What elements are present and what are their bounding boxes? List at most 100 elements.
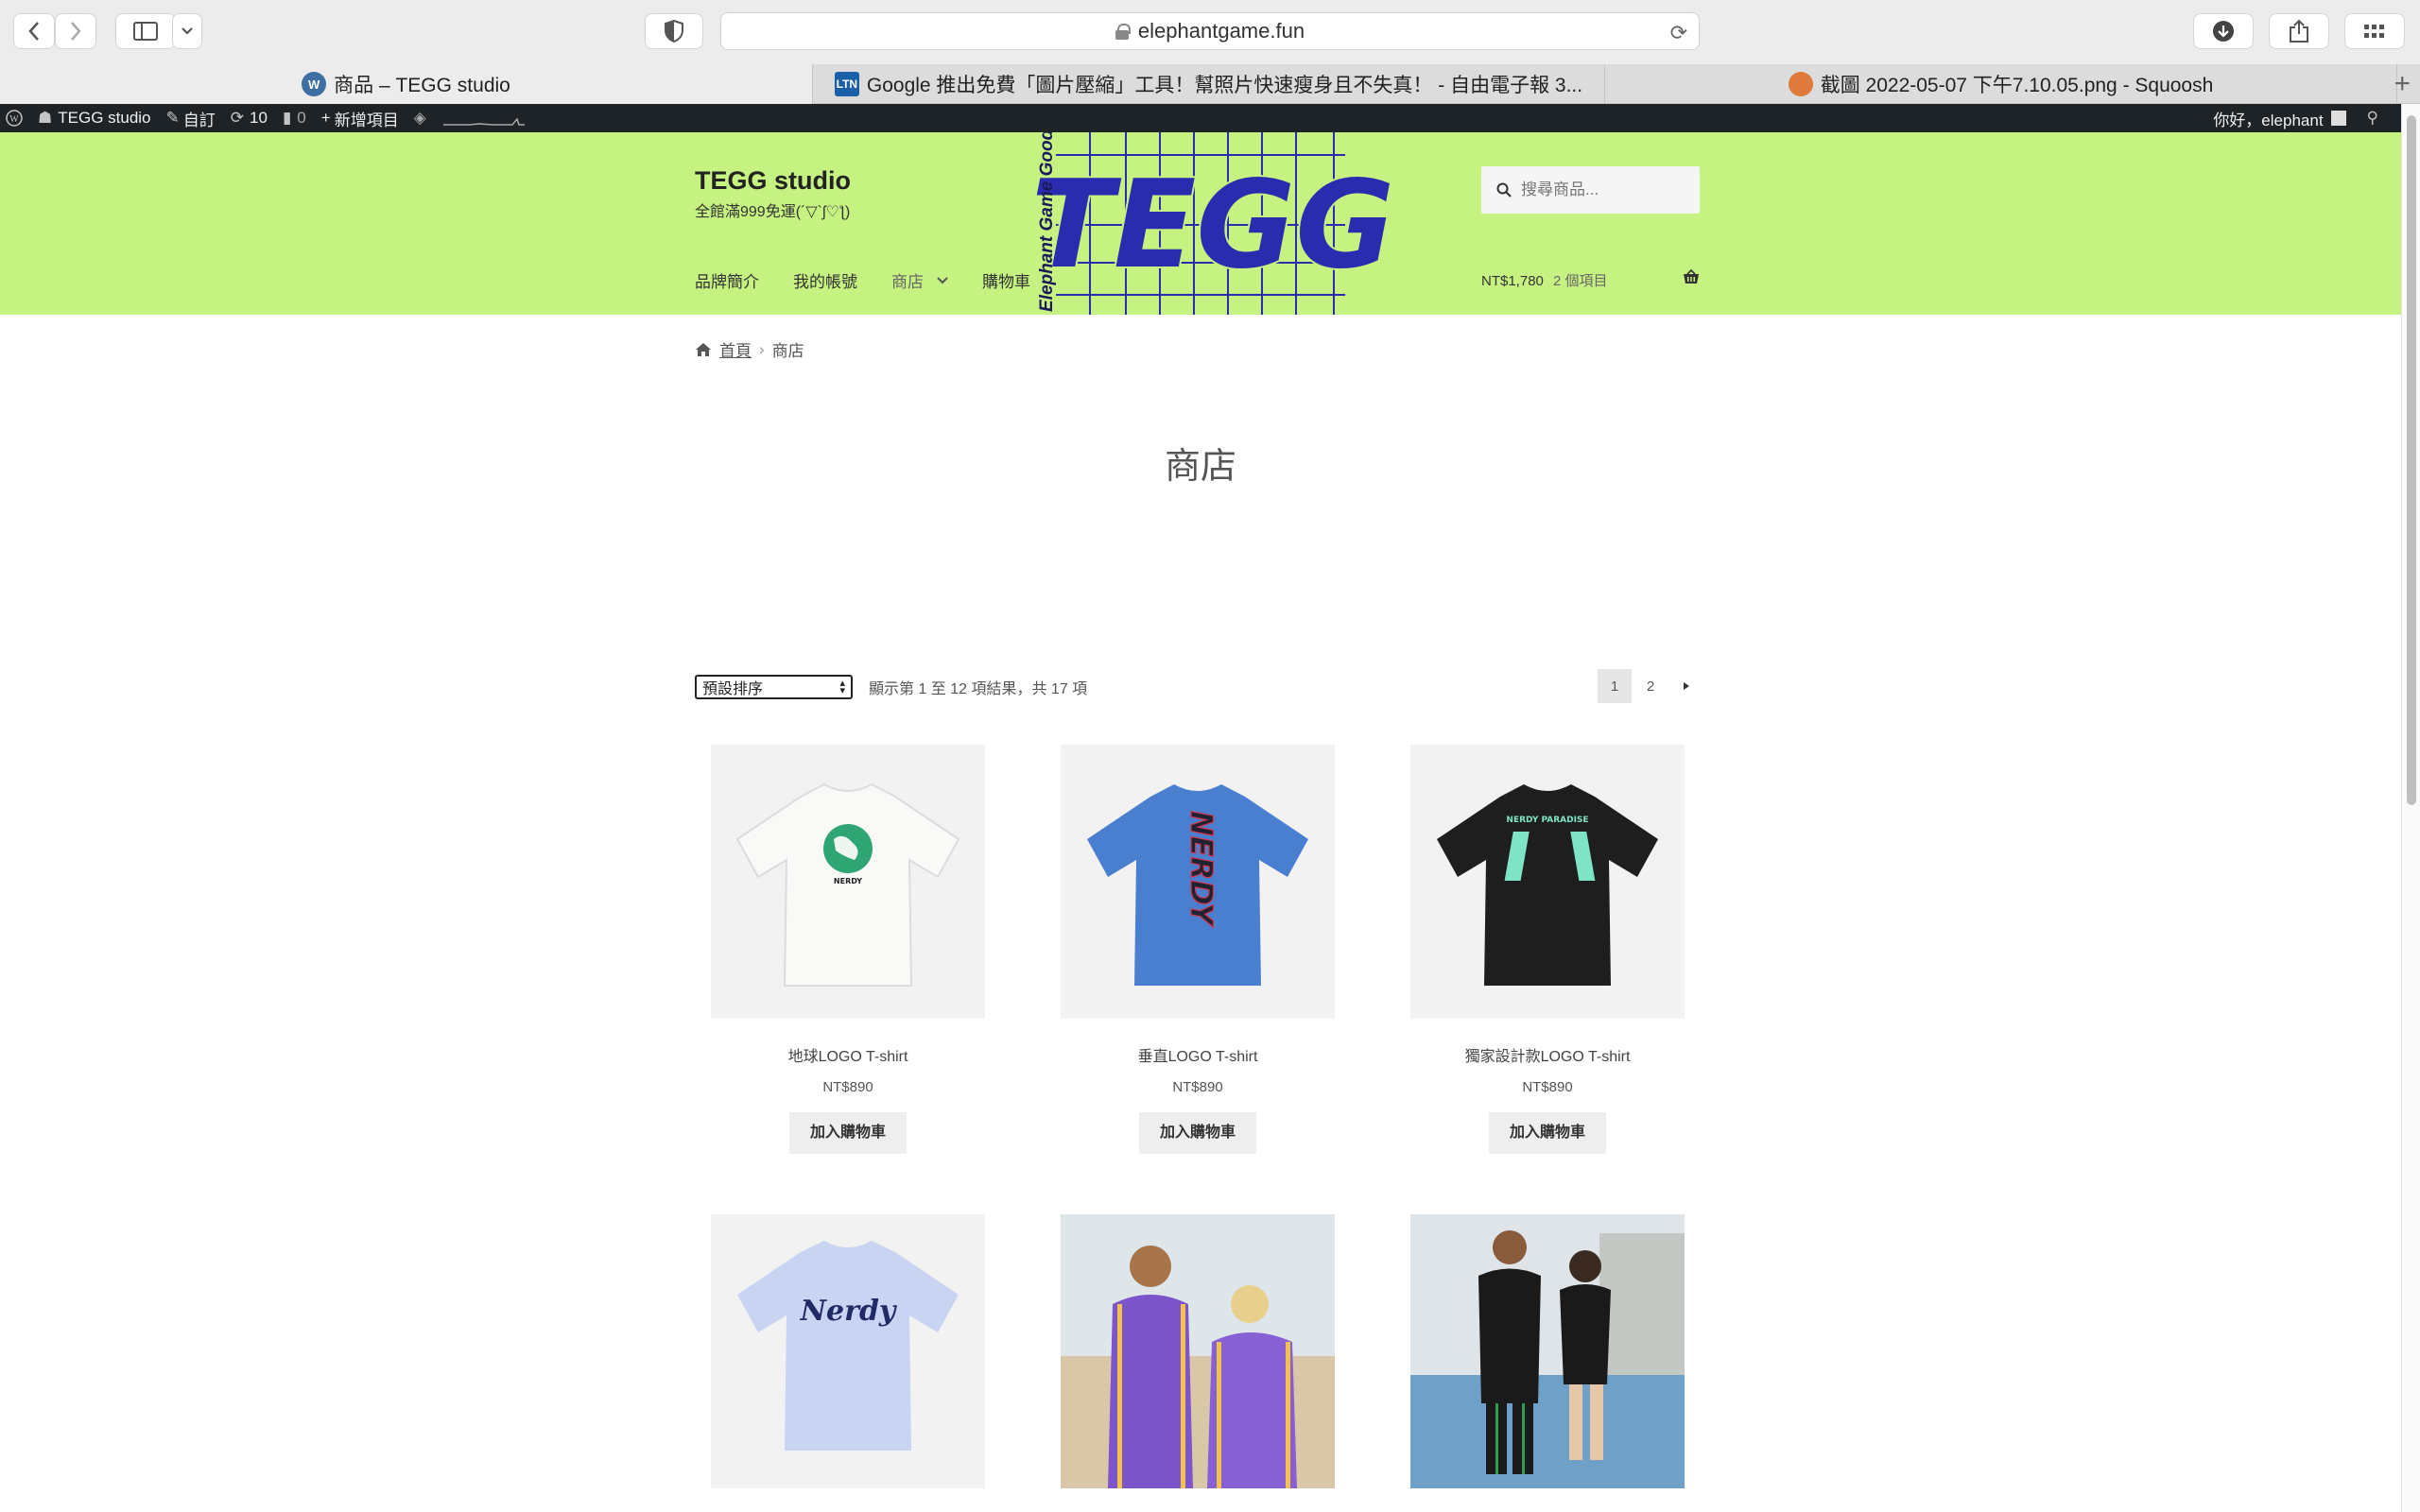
product-image[interactable] bbox=[1061, 1214, 1335, 1488]
scrollbar-thumb[interactable] bbox=[2407, 115, 2416, 805]
site-tagline: 全館滿999免運(´▽`ʃ♡ƪ) bbox=[695, 204, 851, 220]
admin-new-link[interactable]: + 新增項目 bbox=[321, 107, 399, 130]
url-text: elephantgame.fun bbox=[1137, 19, 1305, 43]
product-name[interactable]: 地球LOGO T-shirt bbox=[711, 1043, 985, 1066]
wordpress-icon: W bbox=[302, 72, 327, 96]
page-scrollbar[interactable] bbox=[2401, 104, 2420, 1512]
diamond-icon[interactable]: ◈ bbox=[414, 109, 426, 128]
tab-shop[interactable]: W 商品 – TEGG studio bbox=[0, 64, 813, 104]
admin-comments-link[interactable]: ▮ 0 bbox=[283, 109, 306, 128]
sidebar-toggle-button[interactable] bbox=[115, 13, 176, 49]
chevron-right-icon bbox=[71, 22, 81, 41]
comment-icon: ▮ bbox=[282, 109, 292, 127]
search-input[interactable] bbox=[1521, 180, 1691, 199]
share-button[interactable] bbox=[2269, 13, 2329, 49]
ltn-icon: LTN bbox=[834, 72, 859, 96]
product-name[interactable]: 垂直LOGO T-shirt bbox=[1061, 1043, 1335, 1066]
admin-updates-link[interactable]: ⟳ 10 bbox=[231, 109, 268, 128]
product-card: NERDY 垂直LOGO T-shirt NT$890 加入購物車 bbox=[1061, 745, 1335, 1154]
product-card: NERDY 地球LOGO T-shirt NT$890 加入購物車 bbox=[711, 745, 985, 1154]
add-to-cart-button[interactable]: 加入購物車 bbox=[788, 1112, 907, 1154]
print-text: Nerdy bbox=[800, 1295, 898, 1328]
product-image[interactable]: Nerdy bbox=[711, 1214, 985, 1488]
header-cart-link[interactable]: NT$1,780 2 個項目 bbox=[1481, 270, 1608, 290]
greeting-text: 你好，elephant bbox=[2213, 111, 2324, 129]
sort-selected-value: 預設排序 bbox=[702, 681, 764, 697]
tegg-logo[interactable]: TEGG Elephant Game Good bbox=[1033, 132, 1397, 315]
add-to-cart-button[interactable]: 加入購物車 bbox=[1488, 1112, 1606, 1154]
plus-icon: + bbox=[320, 109, 331, 127]
product-image[interactable] bbox=[1410, 1214, 1685, 1488]
basket-icon[interactable] bbox=[1683, 268, 1700, 289]
address-bar[interactable]: elephantgame.fun ⟳ bbox=[720, 12, 1700, 50]
product-card: Nerdy bbox=[711, 1214, 985, 1488]
admin-site-link[interactable]: ☗ TEGG studio bbox=[38, 109, 151, 128]
admin-customize-link[interactable]: ✎ 自訂 bbox=[166, 107, 216, 130]
product-image[interactable]: NERDY bbox=[711, 745, 985, 1019]
browser-toolbar: elephantgame.fun ⟳ bbox=[0, 0, 2420, 64]
site-title[interactable]: TEGG studio bbox=[695, 166, 851, 196]
pagination: 1 2 bbox=[1596, 669, 1703, 703]
chevron-left-icon bbox=[28, 22, 39, 41]
search-icon bbox=[1496, 182, 1512, 198]
cart-total-amount: NT$1,780 bbox=[1481, 273, 1544, 289]
select-arrows-icon: ▴ ▾ bbox=[839, 678, 845, 696]
page-2[interactable]: 2 bbox=[1634, 669, 1668, 703]
reload-icon[interactable]: ⟳ bbox=[1670, 21, 1687, 45]
download-icon bbox=[2213, 21, 2234, 42]
result-count: 顯示第 1 至 12 項結果，共 17 項 bbox=[869, 681, 1088, 697]
new-tab-button[interactable]: + bbox=[2394, 68, 2411, 100]
sort-select[interactable]: 預設排序 ▴ ▾ bbox=[695, 675, 853, 699]
product-price: NT$890 bbox=[1522, 1079, 1573, 1095]
print-text: NERDY PARADISE bbox=[1506, 816, 1588, 825]
product-image[interactable]: NERDY PARADISE bbox=[1410, 745, 1685, 1019]
print-text: NERDY bbox=[1184, 811, 1219, 927]
avatar bbox=[2330, 111, 2346, 126]
product-name[interactable]: 獨家設計款LOGO T-shirt bbox=[1410, 1043, 1685, 1066]
tab-ltn-news[interactable]: LTN Google 推出免費「圖片壓縮」工具！幫照片快速瘦身且不失真！ - 自… bbox=[813, 64, 1605, 104]
nav-item-shop[interactable]: 商店 bbox=[891, 268, 948, 292]
add-to-cart-button[interactable]: 加入購物車 bbox=[1138, 1112, 1256, 1154]
breadcrumb-current: 商店 bbox=[771, 342, 804, 360]
tab-title: 商品 – TEGG studio bbox=[334, 75, 510, 96]
home-icon bbox=[696, 342, 711, 356]
logo-text: TEGG bbox=[1033, 155, 1394, 296]
breadcrumb-separator: › bbox=[759, 339, 765, 358]
privacy-report-button[interactable] bbox=[645, 13, 703, 49]
sidebar-icon bbox=[133, 22, 158, 41]
admin-account-menu[interactable]: 你好，elephant ⚲ bbox=[2213, 104, 2378, 132]
print-text: NERDY bbox=[834, 877, 862, 885]
nav-item-brand[interactable]: 品牌簡介 bbox=[695, 268, 759, 292]
squoosh-icon bbox=[1788, 72, 1813, 96]
search-icon[interactable]: ⚲ bbox=[2367, 109, 2378, 128]
back-button[interactable] bbox=[13, 13, 55, 49]
tab-overview-button[interactable] bbox=[2344, 13, 2405, 49]
tab-overview-menu-button[interactable] bbox=[172, 13, 202, 49]
updates-icon: ⟳ bbox=[230, 109, 245, 127]
product-card bbox=[1410, 1214, 1685, 1488]
forward-button[interactable] bbox=[55, 13, 96, 49]
grid-icon bbox=[2364, 25, 2384, 38]
tab-bar: W 商品 – TEGG studio LTN Google 推出免費「圖片壓縮」… bbox=[0, 64, 2420, 104]
product-card: NERDY PARADISE 獨家設計款LOGO T-shirt NT$890 … bbox=[1410, 745, 1685, 1154]
svg-text:W: W bbox=[9, 114, 19, 125]
downloads-button[interactable] bbox=[2193, 13, 2254, 49]
wordpress-logo-icon[interactable]: W bbox=[6, 110, 23, 127]
nav-item-cart[interactable]: 購物車 bbox=[982, 268, 1030, 292]
next-page-button[interactable] bbox=[1669, 669, 1703, 703]
product-image[interactable]: NERDY bbox=[1061, 745, 1335, 1019]
shield-icon bbox=[665, 20, 683, 43]
wp-admin-bar: W ☗ TEGG studio ✎ 自訂 ⟳ 10 ▮ 0 + 新增項目 ◈ 你… bbox=[0, 104, 2401, 132]
cart-item-count: 2 個項目 bbox=[1553, 273, 1608, 289]
primary-navigation: 品牌簡介 我的帳號 商店 購物車 bbox=[695, 268, 1064, 292]
lock-icon bbox=[1115, 24, 1131, 40]
breadcrumb: 首頁 › 商店 bbox=[695, 337, 804, 361]
nav-item-my-account[interactable]: 我的帳號 bbox=[793, 268, 857, 292]
tab-squoosh[interactable]: 截圖 2022-05-07 下午7.10.05.png - Squoosh bbox=[1605, 64, 2397, 104]
breadcrumb-home-link[interactable]: 首頁 bbox=[719, 337, 752, 361]
page-title: 商店 bbox=[1164, 447, 1236, 487]
share-icon bbox=[2290, 19, 2308, 43]
product-price: NT$890 bbox=[822, 1079, 873, 1095]
chevron-down-icon bbox=[182, 27, 193, 35]
dashboard-icon: ☗ bbox=[38, 109, 53, 127]
